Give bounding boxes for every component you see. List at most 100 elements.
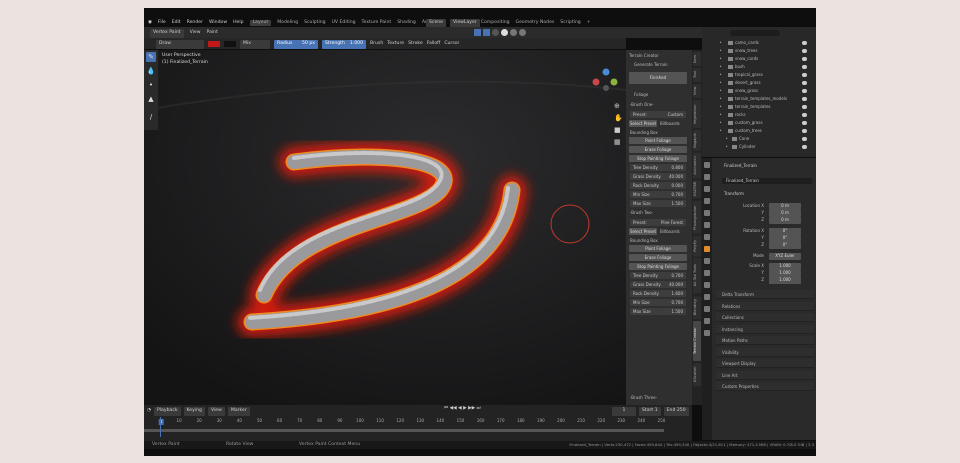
blur-tool-icon[interactable]: 💧 xyxy=(146,66,156,76)
strength-field[interactable]: Strength 1.000 xyxy=(322,40,366,49)
outliner-item[interactable]: ▸ snow_cards xyxy=(702,55,816,62)
workspace-tab-sculpting[interactable]: Sculpting xyxy=(304,20,325,26)
outliner-item[interactable]: ▸ camo_cards xyxy=(702,39,816,46)
outliner-item[interactable]: ▸ rocks xyxy=(702,111,816,118)
preset-select[interactable]: Preset: Pine Forest xyxy=(630,219,686,226)
expand-arrow-icon[interactable]: ▸ xyxy=(720,95,722,102)
expand-arrow-icon[interactable]: ▸ xyxy=(720,47,722,54)
field-max-size[interactable]: Max Size 1.500 xyxy=(630,200,686,207)
shading-wireframe-icon[interactable] xyxy=(492,29,499,36)
visibility-eye-icon[interactable] xyxy=(802,40,807,45)
expand-arrow-icon[interactable]: ▸ xyxy=(720,127,722,134)
sidebar-tab-bagapie[interactable]: Bagapie xyxy=(693,130,701,151)
workspace-tab-layout[interactable]: Layout xyxy=(249,19,272,27)
sidebar-tab-item[interactable]: Item xyxy=(693,52,701,66)
visibility-eye-icon[interactable] xyxy=(802,88,807,93)
workspace-tab-texture-paint[interactable]: Texture Paint xyxy=(362,20,392,26)
outliner-item[interactable]: ▸ tropical_grass xyxy=(702,71,816,78)
sidebar-tab-alt-tab-tools[interactable]: Alt Tab Tools xyxy=(693,258,701,294)
sidebar-tab-polyfly[interactable]: Polyfly xyxy=(693,235,701,257)
collection-tab-icon[interactable] xyxy=(704,234,710,240)
field-max-size[interactable]: Max Size 1.500 xyxy=(630,308,686,315)
output-tab-icon[interactable] xyxy=(704,186,710,192)
editor-type-icon[interactable]: ◔ xyxy=(147,408,151,414)
expand-arrow-icon[interactable]: ▸ xyxy=(720,71,722,78)
outliner-item[interactable]: ▸ snow_trees xyxy=(702,47,816,54)
visibility-eye-icon[interactable] xyxy=(802,56,807,61)
field-grass-density[interactable]: Grass Density 40.000 xyxy=(630,281,686,288)
visibility-eye-icon[interactable] xyxy=(802,72,807,77)
outliner-item[interactable]: ▸ Cylinder xyxy=(702,143,816,150)
sidebar-tab-vegetation[interactable]: Vegetation xyxy=(693,100,701,128)
outliner-search[interactable] xyxy=(730,30,780,36)
playback-controls[interactable]: ⏮ ◀◀ ◀ ▶ ▶▶ ⏭ xyxy=(444,406,481,412)
panel-title-terrain-creator[interactable]: Terrain Creator xyxy=(629,53,659,58)
section-delta-transform[interactable]: Delta Transform xyxy=(716,290,814,299)
section-custom-properties[interactable]: Custom Properties xyxy=(716,382,814,391)
sidebar-tab-view[interactable]: View xyxy=(693,84,701,98)
section-instancing[interactable]: Instancing xyxy=(716,324,814,334)
timeline-playback-menu[interactable]: Playback xyxy=(154,407,181,416)
pan-hand-icon[interactable]: ✋ xyxy=(614,112,623,124)
secondary-color-swatch[interactable] xyxy=(224,41,236,48)
transform-panel-header[interactable]: Transform xyxy=(724,192,744,196)
grid-icon[interactable]: ▦ xyxy=(614,136,623,148)
section-collections[interactable]: Collections xyxy=(716,313,814,322)
tool-tab-icon[interactable] xyxy=(704,162,710,168)
expand-arrow-icon[interactable]: ▸ xyxy=(720,55,722,62)
property-field[interactable]: 0 m xyxy=(769,203,801,210)
workspace-tab-uv-editing[interactable]: UV Editing xyxy=(332,20,356,26)
property-field[interactable]: XYZ Euler xyxy=(769,253,801,260)
field-min-size[interactable]: Min Size 0.700 xyxy=(630,191,686,198)
menu-window[interactable]: Window xyxy=(209,20,227,26)
frame-ruler[interactable]: 1 10 20 30 40 50 60 70 80 90 100 110 120 130 140 150 160… xyxy=(144,417,692,427)
modifier-tab-icon[interactable] xyxy=(704,258,710,264)
current-frame-field[interactable]: 1 xyxy=(612,407,636,416)
sidebar-tab-gscatter[interactable]: GScatter xyxy=(693,362,701,386)
3d-viewport[interactable]: User Perspective (1) Finalized_Terrain ⊕… xyxy=(144,50,626,405)
workspace-tab-scripting[interactable]: Scripting xyxy=(560,20,580,26)
menu-file[interactable]: File xyxy=(158,20,166,26)
timeline-scrollbar[interactable] xyxy=(144,429,664,432)
view-layer-tab-icon[interactable] xyxy=(704,198,710,204)
average-tool-icon[interactable]: • xyxy=(146,80,156,90)
smear-tool-icon[interactable]: ▲ xyxy=(146,94,156,104)
outliner-item[interactable]: ▸ Cone xyxy=(702,135,816,142)
timeline-marker-menu[interactable]: Marker xyxy=(227,407,250,416)
toolbar-falloff-menu[interactable]: Falloff xyxy=(427,41,441,47)
expand-arrow-icon[interactable]: ▸ xyxy=(720,63,722,70)
workspace-tab--[interactable]: + xyxy=(587,20,591,26)
property-field[interactable]: 0 m xyxy=(769,210,801,217)
draw-tool-icon[interactable]: ✎ xyxy=(146,52,156,62)
camera-icon[interactable]: ■ xyxy=(614,124,623,136)
particles-tab-icon[interactable] xyxy=(704,270,710,276)
erase-foliage-button[interactable]: Erase Foliage xyxy=(629,254,687,261)
sidebar-tab-photographer[interactable]: Photographer xyxy=(693,200,701,234)
select-preset-button[interactable]: Select Preset xyxy=(629,228,657,235)
expand-arrow-icon[interactable]: ▸ xyxy=(726,135,728,142)
field-min-size[interactable]: Min Size 0.700 xyxy=(630,299,686,306)
visibility-eye-icon[interactable] xyxy=(802,104,807,109)
paint-foliage-button[interactable]: Paint Foliage xyxy=(629,137,687,144)
field-rock-density[interactable]: Rock Density 0.000 xyxy=(630,182,686,189)
visibility-eye-icon[interactable] xyxy=(802,96,807,101)
playhead[interactable] xyxy=(160,417,161,437)
field-tree-density[interactable]: Tree Density 0.800 xyxy=(630,164,686,171)
field-grass-density[interactable]: Grass Density 40.000 xyxy=(630,173,686,180)
texture-tab-icon[interactable] xyxy=(704,330,710,336)
billboards-checkbox[interactable]: Billboards xyxy=(660,121,680,126)
expand-arrow-icon[interactable]: ▸ xyxy=(720,119,722,126)
overlay-toggle-icon[interactable] xyxy=(483,29,490,36)
outliner-item[interactable]: ▸ custom_trees xyxy=(702,127,816,134)
menu-render[interactable]: Render xyxy=(187,20,203,26)
section-relations[interactable]: Relations xyxy=(716,301,814,311)
shading-material-icon[interactable] xyxy=(510,29,517,36)
expand-arrow-icon[interactable]: ▸ xyxy=(720,39,722,46)
outliner-item[interactable]: ▸ terrain_templates_models xyxy=(702,95,816,102)
bounding-box-checkbox[interactable]: Bounding Box xyxy=(630,130,658,135)
visibility-eye-icon[interactable] xyxy=(802,136,807,141)
sidebar-tab-blending[interactable]: Blending xyxy=(693,295,701,319)
field-rock-density[interactable]: Rock Density 1.600 xyxy=(630,290,686,297)
object-tab-icon[interactable] xyxy=(704,246,710,252)
billboards-checkbox[interactable]: Billboards xyxy=(660,229,680,234)
